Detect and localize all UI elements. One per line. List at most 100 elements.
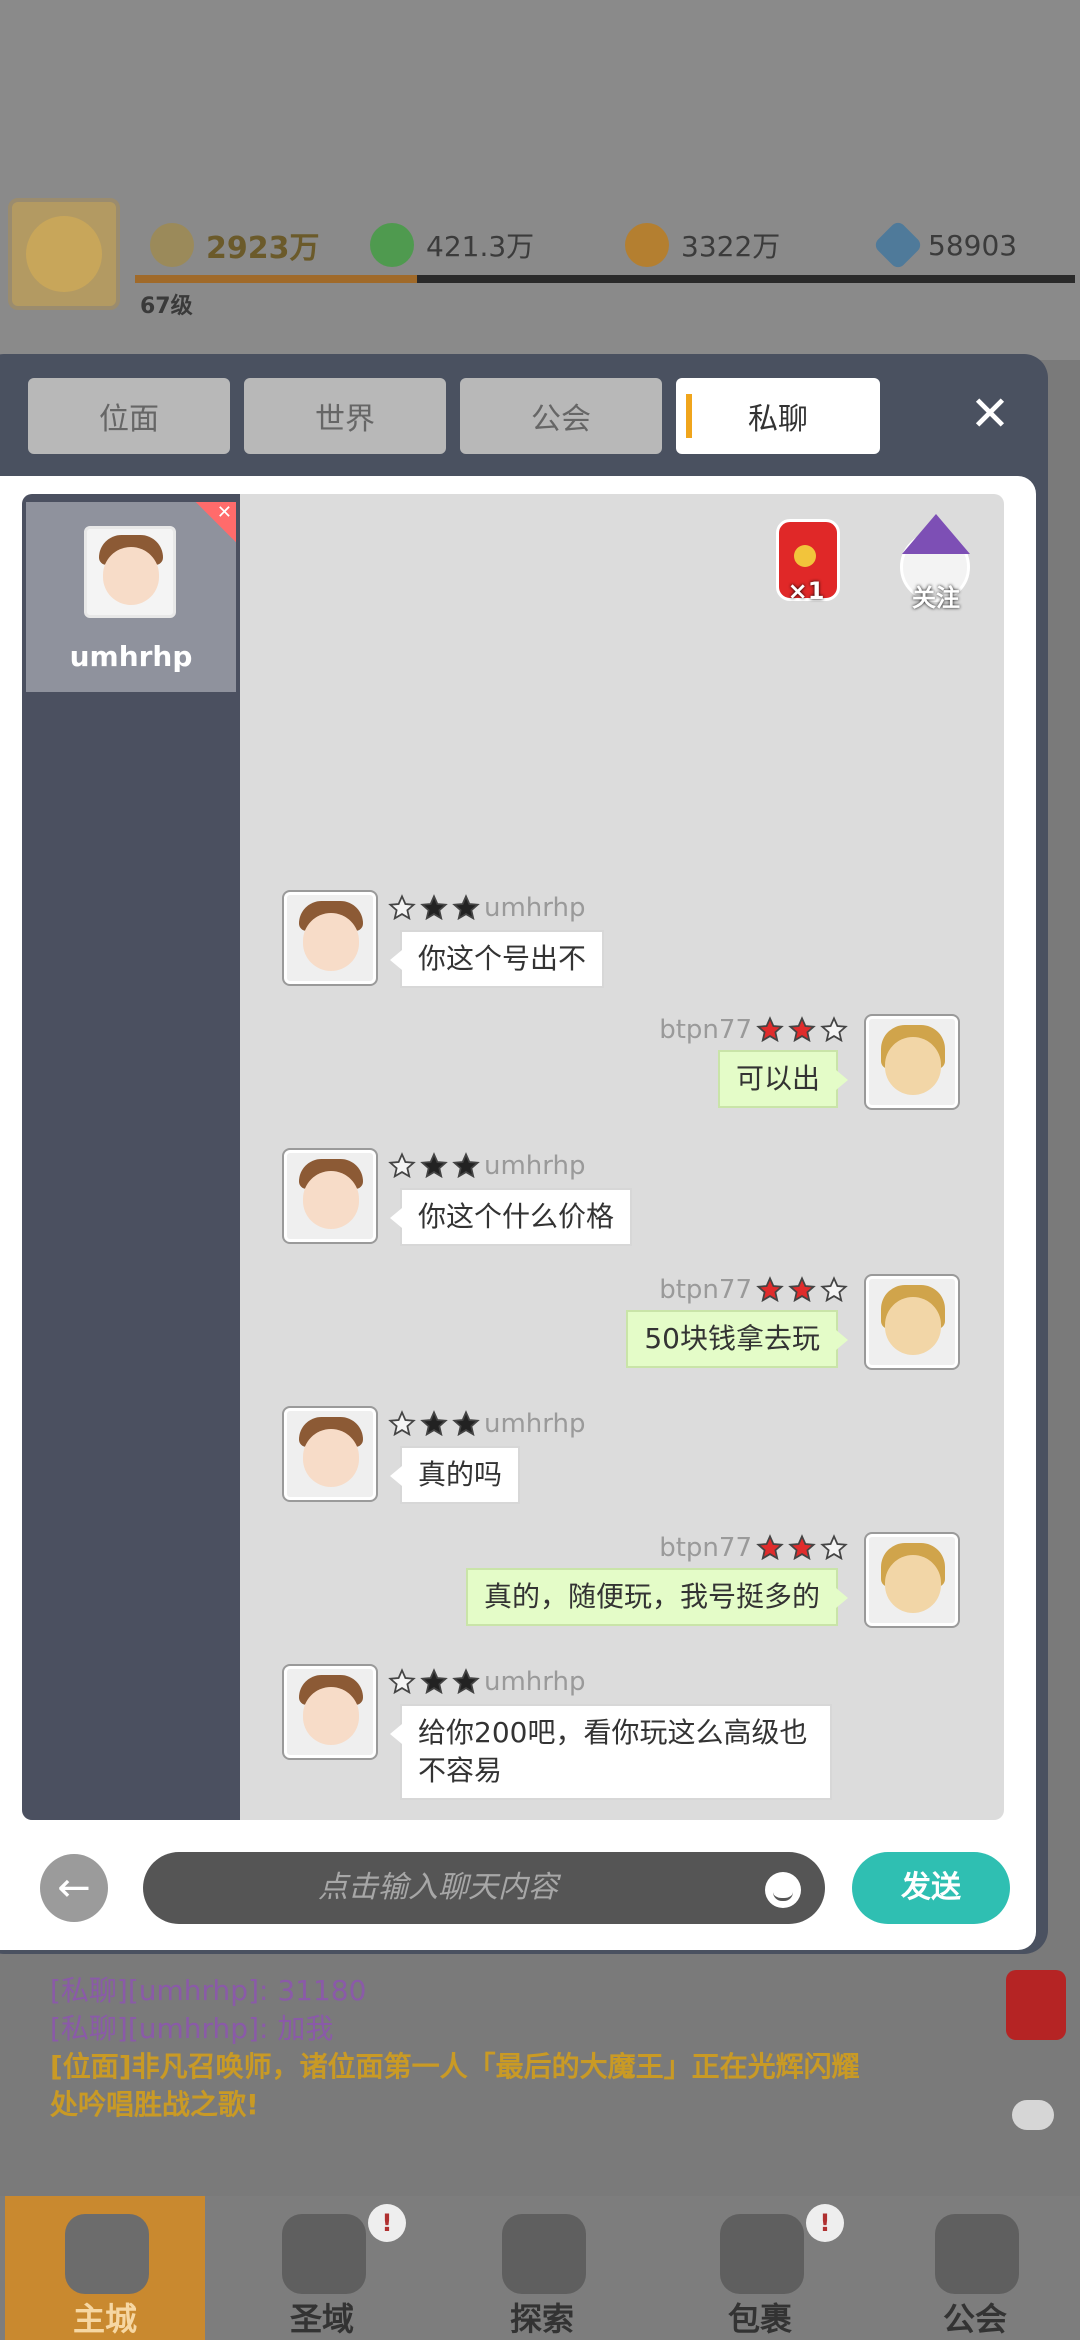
contact-item[interactable]: umhrhp ✕ <box>26 502 236 692</box>
star-icon <box>756 1534 784 1562</box>
message-avatar[interactable] <box>284 1150 376 1242</box>
message-meta: umhrhp <box>388 1148 586 1184</box>
message-avatar[interactable] <box>284 892 376 984</box>
star-icon <box>452 1152 480 1180</box>
contact-avatar <box>84 526 176 618</box>
star-icon <box>820 1016 848 1044</box>
tab-label: 世界 <box>315 402 375 437</box>
avatar-face <box>885 1037 941 1095</box>
star-icon <box>756 1276 784 1304</box>
feed-line: [位面]非凡召唤师，诸位面第一人「最后的大魔王」正在光辉闪耀 <box>50 2050 860 2083</box>
gold-resource: 3322万 <box>625 210 780 280</box>
tab-world[interactable]: 世界 <box>244 378 446 454</box>
gem-icon <box>872 219 924 271</box>
contact-list: umhrhp ✕ <box>22 494 240 1820</box>
tab-private[interactable]: 私聊 <box>676 378 880 454</box>
avatar-face <box>103 547 159 605</box>
player-avatar[interactable] <box>8 198 120 310</box>
sword-stone-icon <box>502 2214 586 2294</box>
feed-line: 处吟唱胜战之歌! <box>50 2088 259 2121</box>
guild-helmet-icon <box>935 2214 1019 2294</box>
top-hud: 2923万 421.3万 3322万 58903 67级 <box>0 190 1080 319</box>
avatar-face <box>303 1171 359 1229</box>
star-icon <box>388 1152 416 1180</box>
sword-icon <box>150 223 194 267</box>
nav-guild[interactable]: 公会 <box>875 2196 1075 2340</box>
tab-plane[interactable]: 位面 <box>28 378 230 454</box>
star-icon <box>388 1668 416 1696</box>
message-avatar[interactable] <box>284 1666 376 1758</box>
sender-name: umhrhp <box>484 1151 586 1181</box>
gold-resource-value: 3322万 <box>681 230 781 263</box>
message-meta: umhrhp <box>388 890 586 926</box>
contact-name: umhrhp <box>69 640 193 673</box>
emoji-icon[interactable] <box>765 1872 801 1908</box>
star-icon <box>452 1410 480 1438</box>
message-bubble: 真的吗 <box>389 1446 521 1504</box>
nav-label: 公会 <box>942 2300 1007 2338</box>
message-avatar[interactable] <box>284 1408 376 1500</box>
message-avatar[interactable] <box>866 1016 958 1108</box>
avatar-face <box>303 1687 359 1745</box>
star-icon <box>420 1410 448 1438</box>
sender-name: btpn77 <box>659 1015 752 1045</box>
message-bubble: 50块钱拿去玩 <box>626 1310 848 1368</box>
red-packet-count: ×1 <box>787 577 825 605</box>
send-button[interactable]: 发送 <box>852 1852 1010 1924</box>
gem-resource: 58903 <box>872 210 1017 280</box>
tab-guild[interactable]: 公会 <box>460 378 662 454</box>
back-arrow-icon[interactable]: ← <box>40 1854 108 1922</box>
nav-label: 圣域 <box>289 2300 354 2338</box>
player-level: 67级 <box>140 294 193 319</box>
gold-coin-icon <box>625 223 669 267</box>
message-avatar[interactable] <box>866 1534 958 1626</box>
bag-icon <box>720 2214 804 2294</box>
message-text: 真的吗 <box>418 1458 503 1491</box>
nav-sanctuary[interactable]: ! 圣域 <box>222 2196 422 2340</box>
message-bubble: 可以出 <box>717 1050 849 1108</box>
input-bar: ← 点击输入聊天内容 发送 <box>0 1840 1036 1940</box>
nav-label: 包裹 <box>727 2300 792 2338</box>
chat-input[interactable]: 点击输入聊天内容 <box>143 1852 825 1924</box>
side-red-packet-icon[interactable] <box>1006 1970 1066 2040</box>
alert-badge: ! <box>806 2204 844 2242</box>
feed-line: [私聊][umhrhp]: 加我 <box>50 2012 334 2045</box>
feed-line: [私聊][umhrhp]: 31180 <box>50 1974 367 2007</box>
chat-input-placeholder: 点击输入聊天内容 <box>318 1870 558 1905</box>
avatar-face <box>885 1555 941 1613</box>
power-display: 2923万 <box>150 210 320 280</box>
message-avatar[interactable] <box>866 1276 958 1368</box>
sender-name: umhrhp <box>484 1409 586 1439</box>
star-icon <box>420 1152 448 1180</box>
remove-contact-icon[interactable]: ✕ <box>196 502 236 542</box>
xp-bar-fill <box>135 275 417 283</box>
active-tab-marker <box>686 394 692 438</box>
avatar-face <box>303 1429 359 1487</box>
message-text: 真的，随便玩，我号挺多的 <box>483 1580 820 1613</box>
nav-main-city[interactable]: 主城 <box>5 2196 205 2340</box>
star-icon <box>452 1668 480 1696</box>
star-icon <box>820 1534 848 1562</box>
green-resource-value: 421.3万 <box>426 230 535 263</box>
close-icon[interactable]: ✕ <box>968 390 1012 438</box>
tab-label: 公会 <box>531 402 591 437</box>
nav-bag[interactable]: ! 包裹 <box>660 2196 860 2340</box>
star-icon <box>388 1410 416 1438</box>
star-icon <box>420 894 448 922</box>
star-icon <box>788 1016 816 1044</box>
avatar-face <box>303 913 359 971</box>
star-icon <box>420 1668 448 1696</box>
message-meta: umhrhp <box>388 1406 586 1442</box>
nav-label: 主城 <box>72 2300 137 2338</box>
follow-button[interactable]: 关注 <box>894 514 978 614</box>
message-text: 50块钱拿去玩 <box>644 1322 820 1355</box>
chat-bubble-icon[interactable] <box>1012 2100 1054 2130</box>
nav-explore[interactable]: 探索 <box>442 2196 642 2340</box>
follow-label: 关注 <box>912 584 960 612</box>
star-icon <box>788 1534 816 1562</box>
xp-bar <box>135 275 1075 283</box>
red-packet-button[interactable]: ×1 <box>766 519 846 609</box>
message-bubble: 你这个号出不 <box>389 930 605 988</box>
star-icon <box>756 1016 784 1044</box>
sender-name: umhrhp <box>484 1667 586 1697</box>
